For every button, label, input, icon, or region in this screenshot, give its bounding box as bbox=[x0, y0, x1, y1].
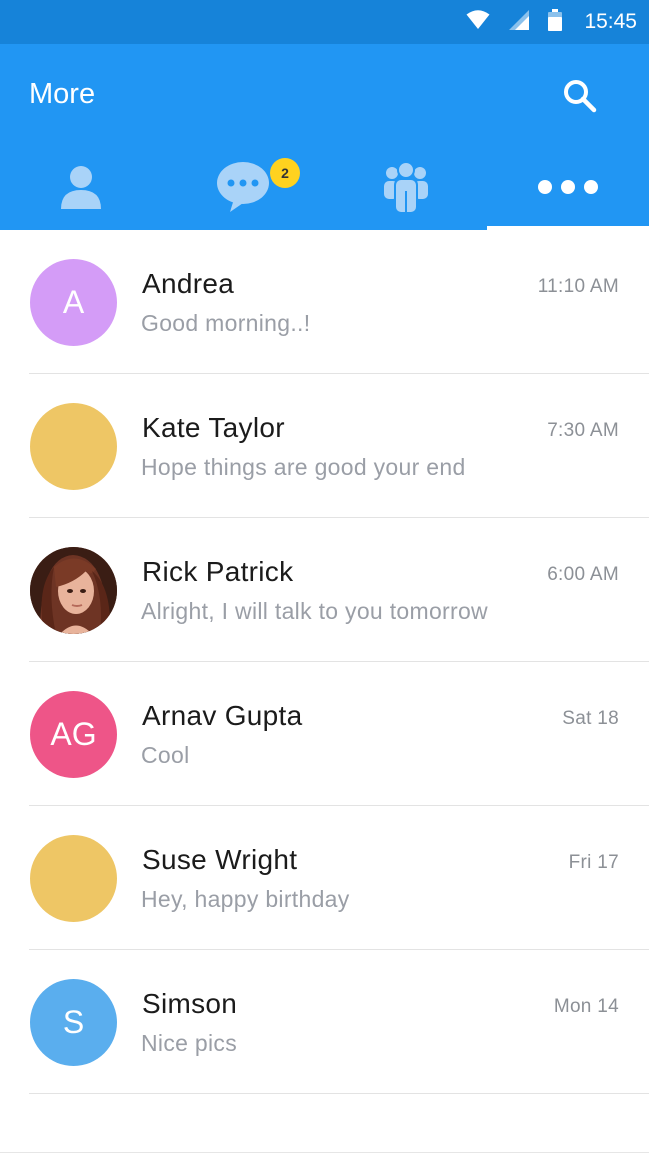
list-item[interactable]: A Andrea Good morning..! 11:10 AM bbox=[0, 230, 649, 374]
message-preview: Hope things are good your end bbox=[141, 454, 466, 480]
more-dots-icon bbox=[537, 179, 599, 200]
contact-name: Suse Wright bbox=[142, 844, 298, 875]
avatar bbox=[30, 403, 117, 490]
avatar: A bbox=[30, 259, 117, 346]
tab-chats[interactable] bbox=[162, 148, 324, 230]
list-item[interactable]: Suse Wright Hey, happy birthday Fri 17 bbox=[0, 806, 649, 950]
list-item[interactable]: AG Arnav Gupta Cool Sat 18 bbox=[0, 662, 649, 806]
message-preview: Cool bbox=[141, 742, 190, 768]
contact-name: Kate Taylor bbox=[142, 412, 285, 443]
avatar-photo bbox=[30, 547, 117, 634]
message-time: Mon 14 bbox=[553, 996, 619, 1017]
divider bbox=[29, 1093, 649, 1094]
contact-name: Arnav Gupta bbox=[142, 700, 303, 731]
tab-contacts[interactable] bbox=[0, 148, 162, 230]
search-button[interactable] bbox=[558, 76, 602, 120]
list-item[interactable]: Rick Patrick Alright, I will talk to you… bbox=[0, 518, 649, 662]
list-item[interactable]: Kate Taylor Hope things are good your en… bbox=[0, 374, 649, 518]
conversation-list: A Andrea Good morning..! 11:10 AM Kate T… bbox=[0, 230, 649, 1094]
chat-bubble-icon bbox=[216, 161, 270, 218]
message-time: Fri 17 bbox=[568, 852, 619, 873]
message-time: Sat 18 bbox=[562, 708, 619, 729]
avatar bbox=[30, 835, 117, 922]
page-title: More bbox=[29, 78, 96, 110]
cellular-signal-icon bbox=[508, 9, 530, 35]
contact-icon bbox=[60, 164, 102, 215]
tab-more[interactable] bbox=[486, 148, 649, 230]
contact-name: Rick Patrick bbox=[142, 556, 294, 587]
message-time: 11:10 AM bbox=[537, 276, 619, 297]
app-bar: More bbox=[0, 44, 649, 230]
status-bar: 15:45 bbox=[0, 0, 649, 44]
list-item[interactable]: S Simson Nice pics Mon 14 bbox=[0, 950, 649, 1094]
contact-name: Andrea bbox=[142, 268, 235, 299]
wifi-icon bbox=[466, 9, 490, 35]
unread-badge: 2 bbox=[270, 158, 300, 188]
message-time: 7:30 AM bbox=[547, 420, 619, 441]
message-preview: Hey, happy birthday bbox=[141, 886, 350, 912]
avatar: S bbox=[30, 979, 117, 1066]
message-preview: Alright, I will talk to you tomorrow bbox=[141, 598, 488, 624]
avatar: AG bbox=[30, 691, 117, 778]
message-preview: Good morning..! bbox=[141, 310, 311, 336]
message-time: 6:00 AM bbox=[547, 564, 619, 585]
group-icon bbox=[383, 160, 429, 218]
profile-photo-icon bbox=[30, 547, 117, 634]
tab-groups[interactable] bbox=[325, 148, 487, 230]
message-preview: Nice pics bbox=[141, 1030, 238, 1056]
search-icon bbox=[562, 78, 598, 119]
bottom-divider bbox=[0, 1152, 649, 1153]
tab-bar bbox=[0, 148, 649, 230]
status-time: 15:45 bbox=[584, 10, 637, 33]
contact-name: Simson bbox=[142, 988, 238, 1019]
battery-icon bbox=[548, 8, 563, 36]
